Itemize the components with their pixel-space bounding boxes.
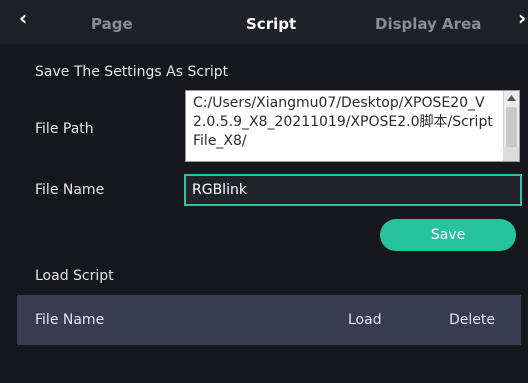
file-path-field[interactable]: C:/Users/Xiangmu07/Desktop/XPOSE20_V2.0.… xyxy=(185,90,520,162)
file-name-input[interactable] xyxy=(184,174,522,206)
load-section-title: Load Script xyxy=(35,268,114,284)
script-table-header: File Name Load Delete xyxy=(17,295,521,345)
tab-bar: ‹ Page Script Display Area › xyxy=(0,0,528,44)
column-header-file-name: File Name xyxy=(35,312,105,328)
file-path-value: C:/Users/Xiangmu07/Desktop/XPOSE20_V2.0.… xyxy=(193,95,493,149)
file-name-label: File Name xyxy=(35,182,105,198)
scroll-up-arrow-icon[interactable] xyxy=(503,91,519,105)
file-path-scrollbar[interactable] xyxy=(503,91,519,161)
chevron-left-icon[interactable]: ‹ xyxy=(19,6,27,30)
save-section-title: Save The Settings As Script xyxy=(35,64,229,80)
chevron-right-icon[interactable]: › xyxy=(518,6,526,30)
column-header-load: Load xyxy=(348,312,382,328)
tab-display-area[interactable]: Display Area xyxy=(375,15,481,33)
scroll-down-arrow-icon[interactable] xyxy=(503,147,519,161)
file-path-label: File Path xyxy=(35,121,94,137)
tab-page[interactable]: Page xyxy=(91,15,133,33)
column-header-delete: Delete xyxy=(449,312,495,328)
tab-script[interactable]: Script xyxy=(246,15,296,33)
save-button[interactable]: Save xyxy=(380,219,516,251)
scrollbar-thumb[interactable] xyxy=(506,107,517,149)
